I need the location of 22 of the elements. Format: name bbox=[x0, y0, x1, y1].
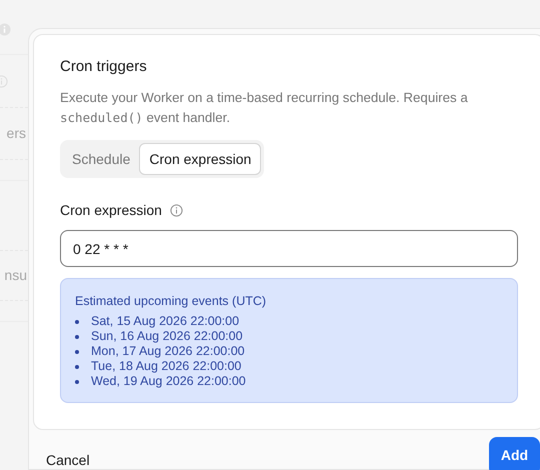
events-title: Estimated upcoming events (UTC) bbox=[75, 293, 268, 310]
event-time: Sat, 15 Aug 2026 22:00:00 bbox=[91, 314, 240, 329]
event-time: Sun, 16 Aug 2026 22:00:00 bbox=[91, 329, 243, 344]
cancel-button[interactable]: Cancel bbox=[46, 450, 90, 470]
tab[interactable]: Schedule bbox=[63, 143, 140, 175]
info-icon bbox=[170, 204, 183, 217]
add-button[interactable]: Add bbox=[489, 437, 540, 470]
event-time: Wed, 19 Aug 2026 22:00:00 bbox=[91, 374, 246, 389]
event-time: Tue, 18 Aug 2026 22:00:00 bbox=[91, 359, 242, 374]
field-label: Cron expression bbox=[60, 201, 162, 220]
bullet-icon bbox=[75, 350, 79, 354]
dialog-description: Execute your Worker on a time-based recurring schedule. Requires a scheduled() event handler. bbox=[60, 89, 469, 127]
bullet-icon bbox=[75, 380, 79, 384]
bullet-icon bbox=[75, 320, 79, 324]
event-time: Mon, 17 Aug 2026 22:00:00 bbox=[91, 344, 245, 359]
dialog-title: Cron triggers bbox=[60, 57, 148, 77]
tab[interactable]: Cron expression bbox=[139, 143, 262, 175]
bullet-icon bbox=[75, 334, 79, 338]
text-fragment: ers bbox=[6, 124, 26, 143]
text-fragment: nsu bbox=[4, 266, 27, 285]
cron-expression-field[interactable]: 0 22 * * * bbox=[60, 230, 518, 267]
bullet-icon bbox=[75, 364, 79, 368]
